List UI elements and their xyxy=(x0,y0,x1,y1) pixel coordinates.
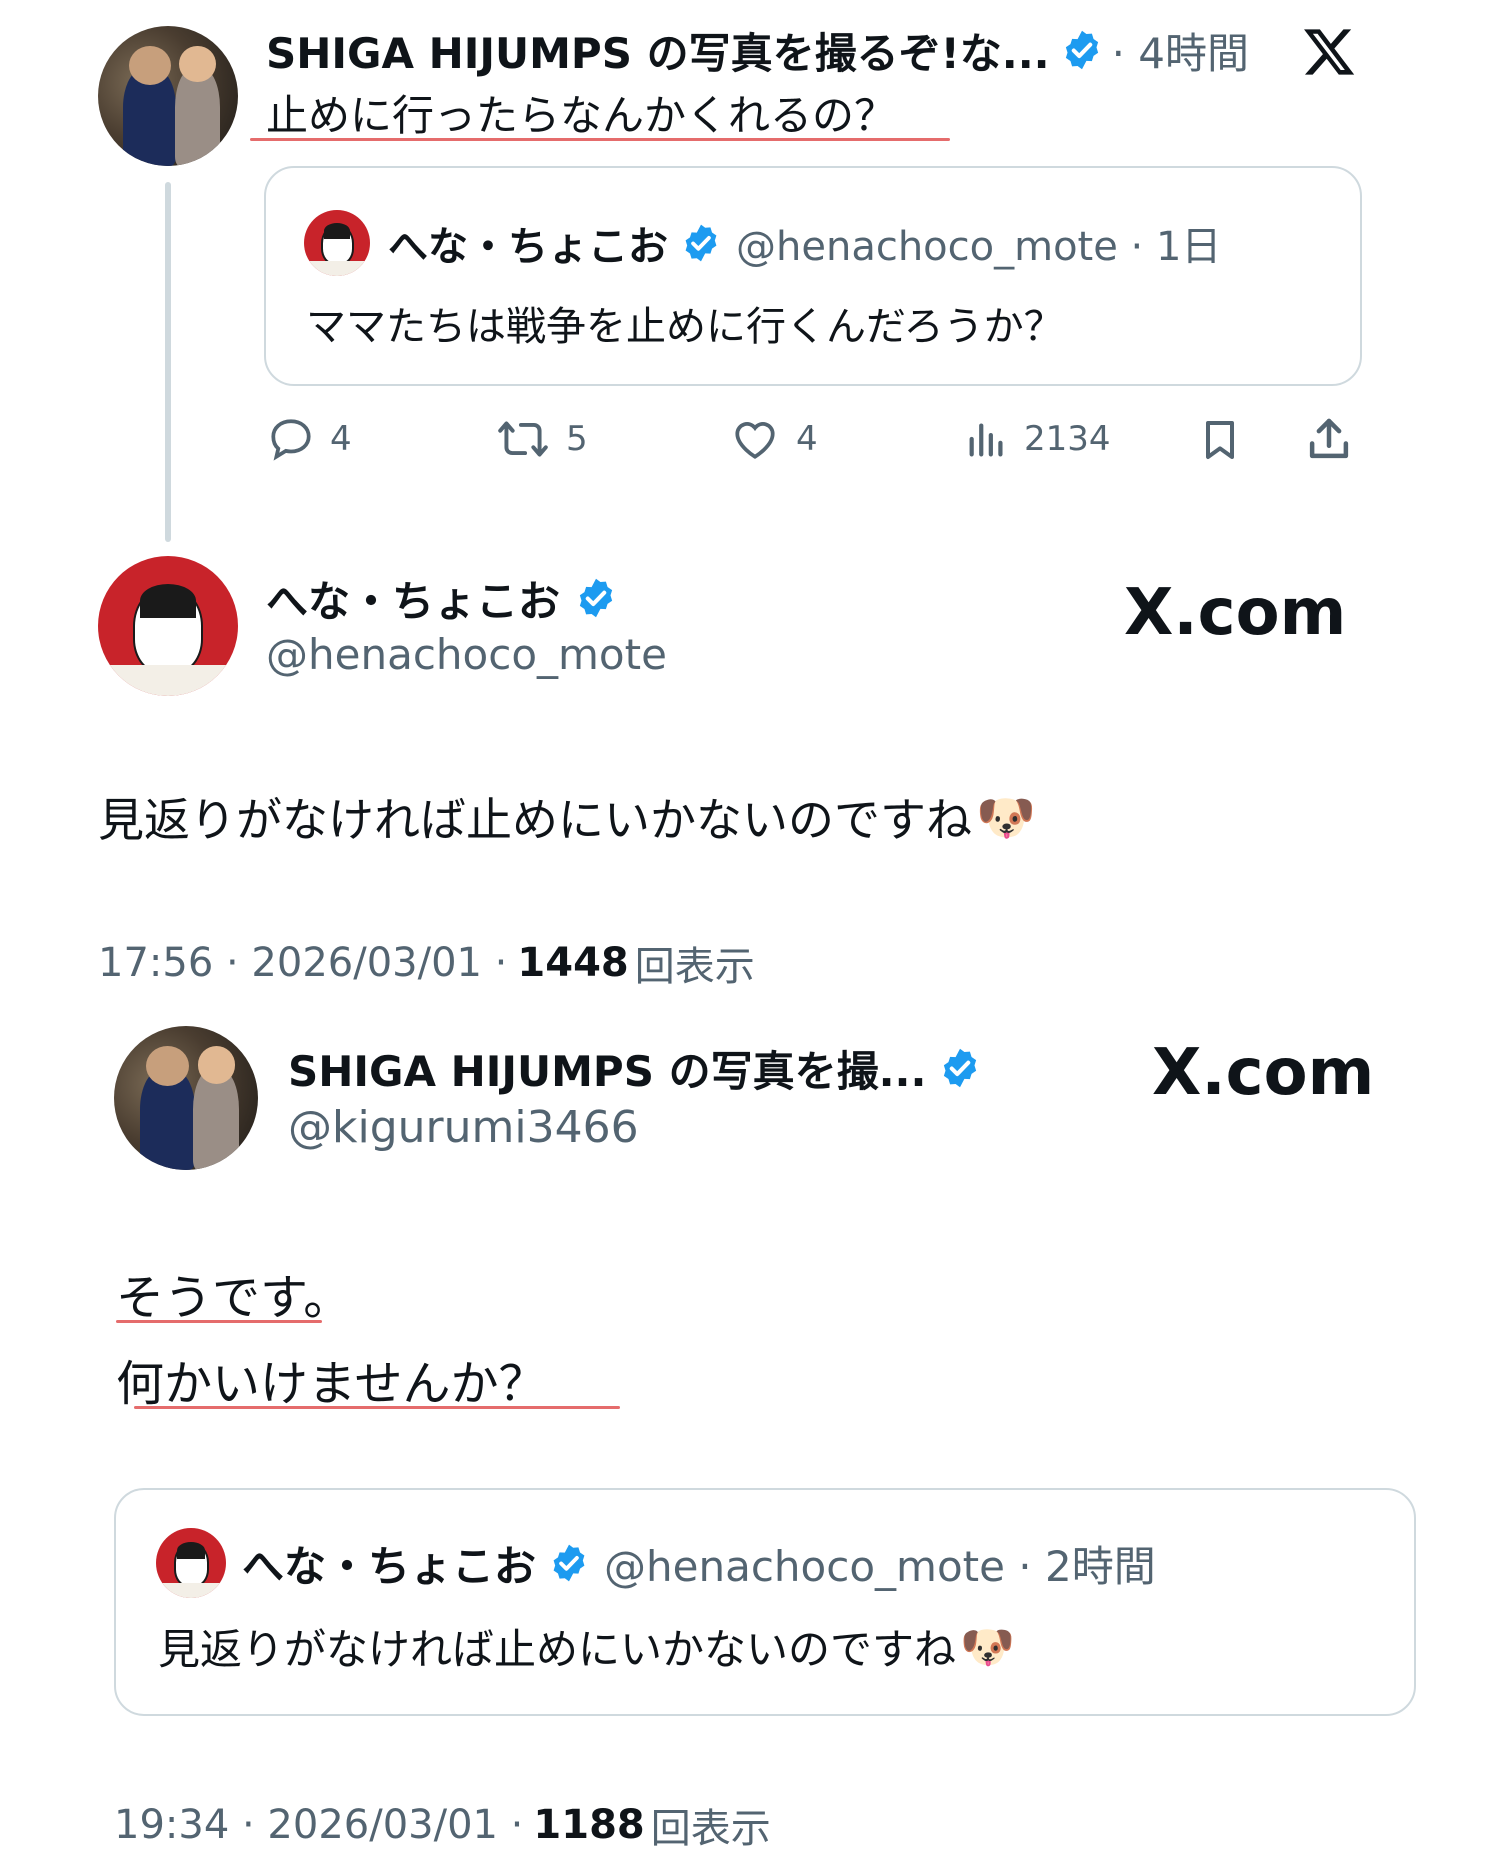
post-text-line-1: そうです。 xyxy=(116,1270,352,1326)
view-label: 回表示 xyxy=(634,944,755,990)
avatar[interactable] xyxy=(98,556,238,696)
bookmark-icon[interactable] xyxy=(1196,414,1244,466)
post-text-line-2: 何かいけませんか？ xyxy=(116,1356,547,1412)
site-label: X.com xyxy=(1124,576,1347,650)
dog-emoji-icon: 🐶 xyxy=(976,789,1036,846)
reply-icon xyxy=(271,419,311,461)
thread-line xyxy=(165,182,171,542)
quote-author-name[interactable]: へな・ちょこお xyxy=(242,1533,536,1594)
red-underline xyxy=(116,1320,322,1323)
post-text: 見返りがなければ止めにいかないのですね xyxy=(98,793,972,847)
view-label: 回表示 xyxy=(650,1806,771,1852)
view-count: 1448 xyxy=(517,940,629,986)
like-icon xyxy=(735,422,775,459)
quote-text: ママたちは戦争を止めに行くんだろうか？ xyxy=(306,304,1064,350)
verified-badge-icon xyxy=(1065,30,1098,70)
reply-count: 4 xyxy=(330,419,352,459)
red-underline xyxy=(250,138,950,141)
verified-badge-icon xyxy=(579,578,613,618)
dog-emoji-icon: 🐶 xyxy=(960,1621,1015,1673)
avatar[interactable] xyxy=(304,210,370,276)
retweet-icon xyxy=(498,421,548,457)
verified-badge-icon xyxy=(944,1048,977,1088)
views-button[interactable]: 2134 xyxy=(964,414,1111,464)
quote-handle-time[interactable]: @henachoco_mote · 2時間 xyxy=(604,1533,1156,1594)
quote-card[interactable]: へな・ちょこお @henachoco_mote · 1日 ママたちは戦争を止めに… xyxy=(264,166,1362,386)
site-label: X.com xyxy=(1152,1036,1375,1110)
views-icon xyxy=(969,423,1003,457)
author-name[interactable]: SHIGA HIJUMPS の写真を撮... xyxy=(288,1038,926,1099)
verified-badge-icon xyxy=(685,224,717,262)
tweet-text: 止めに行ったらなんかくれるの？ xyxy=(266,91,897,140)
quote-handle-time[interactable]: @henachoco_mote · 1日 xyxy=(736,214,1221,272)
author-name[interactable]: SHIGA HIJUMPS の写真を撮るぞ!な... xyxy=(266,20,1050,81)
views-count: 2134 xyxy=(1024,419,1111,459)
retweet-button[interactable]: 5 xyxy=(494,414,588,464)
handle[interactable]: @kigurumi3466 xyxy=(288,1102,639,1153)
avatar[interactable] xyxy=(114,1026,258,1170)
handle[interactable]: @henachoco_mote xyxy=(266,630,667,679)
quote-card[interactable]: へな・ちょこお @henachoco_mote · 2時間 見返りがなければ止め… xyxy=(114,1488,1416,1716)
red-underline xyxy=(134,1406,620,1409)
post-timestamp[interactable]: 19:34 · 2026/03/01 · xyxy=(114,1802,523,1848)
author-name[interactable]: へな・ちょこお xyxy=(266,568,560,629)
avatar[interactable] xyxy=(156,1528,226,1598)
quote-text: 見返りがなければ止めにいかないのですね xyxy=(158,1625,957,1674)
x-logo-icon[interactable] xyxy=(1300,24,1358,80)
like-count: 4 xyxy=(796,419,818,459)
avatar[interactable] xyxy=(98,26,238,166)
view-count: 1188 xyxy=(533,1802,645,1848)
reply-button[interactable]: 4 xyxy=(266,414,352,464)
like-button[interactable]: 4 xyxy=(728,414,818,464)
verified-badge-icon xyxy=(553,1544,585,1582)
tweet-time[interactable]: · 4時間 xyxy=(1112,20,1249,81)
share-icon[interactable] xyxy=(1302,412,1356,466)
post-timestamp[interactable]: 17:56 · 2026/03/01 · xyxy=(98,940,507,986)
quote-author-name[interactable]: へな・ちょこお xyxy=(388,214,668,272)
retweet-count: 5 xyxy=(566,419,588,459)
